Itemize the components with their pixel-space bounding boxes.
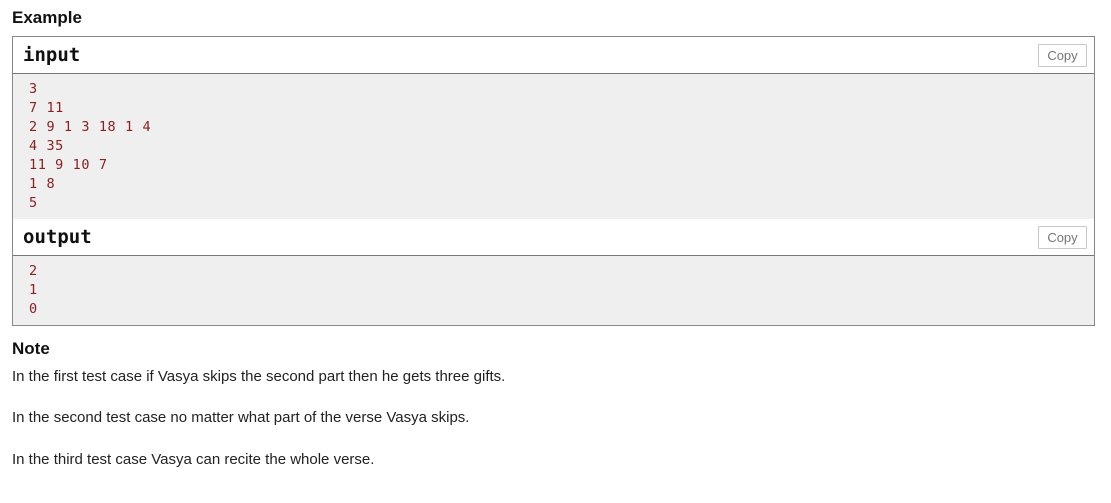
output-label: output	[23, 226, 92, 248]
input-code-line: 2 9 1 3 18 1 4	[29, 119, 152, 135]
output-code-line: 1	[29, 282, 38, 298]
note-paragraph: In the second test case no matter what p…	[12, 409, 470, 426]
output-code-line: 0	[29, 301, 38, 317]
copy-input-button[interactable]: Copy	[1038, 44, 1087, 67]
note-paragraph: In the third test case Vasya can recite …	[12, 451, 375, 468]
note-paragraph: In the first test case if Vasya skips th…	[12, 368, 506, 385]
output-code-block[interactable]: 2 1 0	[13, 255, 1094, 325]
note-heading: Note	[12, 339, 50, 358]
output-header: output Copy	[13, 219, 1094, 255]
input-code-line: 4 35	[29, 138, 64, 154]
input-code-block[interactable]: 3 7 11 2 9 1 3 18 1 4 4 35 11 9 10 7 1 8 5	[13, 73, 1094, 219]
input-code-line: 7 11	[29, 100, 64, 116]
input-code-line: 3	[29, 81, 38, 97]
copy-output-button[interactable]: Copy	[1038, 226, 1087, 249]
input-code-line: 5	[29, 195, 38, 211]
input-header: input Copy	[13, 37, 1094, 73]
problem-statement-page: Example input Copy 3 7 11 2 9 1 3 18 1 4 4 …	[0, 0, 1111, 503]
input-label: input	[23, 44, 81, 66]
sample-test-output: output Copy 2 1 0	[13, 219, 1094, 325]
sample-tests-container: input Copy 3 7 11 2 9 1 3 18 1 4 4 35 11 9 1…	[12, 36, 1095, 326]
input-code-line: 11 9 10 7	[29, 157, 108, 173]
input-code-line: 1 8	[29, 176, 56, 192]
sample-test-input: input Copy 3 7 11 2 9 1 3 18 1 4 4 35 11 9 1…	[13, 37, 1094, 219]
example-heading: Example	[12, 8, 82, 27]
output-code-line: 2	[29, 263, 38, 279]
